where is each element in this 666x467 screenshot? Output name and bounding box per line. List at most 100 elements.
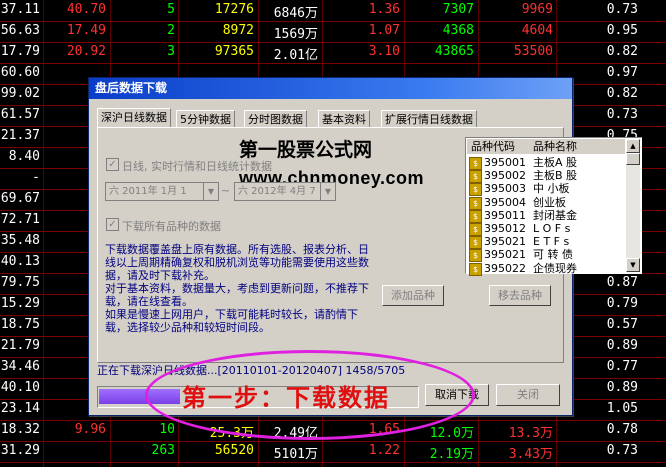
date-separator: ~ [221,184,231,197]
quote-cell: 13.3万 [508,426,553,441]
quote-cell: 5101万 [273,447,318,462]
quote-cell: 8.40 [8,149,40,164]
quote-cell: 0.57 [606,317,638,332]
quote-cell: 3.10 [368,44,400,59]
date-to-picker[interactable]: 六 2012年 4月 7 ▼ [234,182,336,201]
quote-cell: 2.19万 [429,447,474,462]
quote-row[interactable]: 31.29 263 56520 5101万 1.22 2.19万 3.43万 0.73 [0,441,666,463]
quote-cell: 3 [167,44,175,59]
tab-extended-daily[interactable]: 扩展行情日线数据 [381,110,477,128]
dialog-titlebar[interactable]: 盘后数据下载 [89,78,572,99]
all-symbols-label: 下载所有品种的数据 [122,220,221,233]
scroll-thumb[interactable] [626,153,640,165]
quote-cell: 0.73 [606,443,638,458]
quote-cell: 17.79 [0,44,40,59]
quote-cell: 60.60 [0,65,40,80]
quote-cell: 4604 [521,23,553,38]
quote-cell: 10 [159,422,175,437]
quote-cell: 56.63 [0,23,40,38]
quote-cell: 1.05 [606,401,638,416]
quote-cell: 37.11 [0,2,40,17]
description-para: 下载数据覆盖盘上原有数据。所有选股、报表分析、日线以上周期精确复权和脱机浏览等功… [105,243,369,282]
tab-basic-info[interactable]: 基本资料 [318,110,370,128]
symbol-name: 企债现券 [533,261,577,275]
scroll-down-icon[interactable]: ▼ [626,258,640,272]
column-header-code[interactable]: 品种代码 [471,139,515,154]
quote-cell: 21.79 [0,338,40,353]
quote-cell: 61.57 [0,107,40,122]
remove-symbol-button[interactable]: 移去品种 [489,285,551,306]
description-para: 对于基本资料，数据量大，考虑到更新问题，不推荐下载，请在线查看。 [105,282,369,308]
description-text: 下载数据覆盖盘上原有数据。所有选股、报表分析、日线以上周期精确复权和脱机浏览等功… [105,243,370,334]
quote-cell: 9969 [521,2,553,17]
symbol-list-scrollbar[interactable]: ▲ ▼ [626,139,640,272]
quote-cell: 9.96 [74,422,106,437]
symbol-list[interactable]: 品种代码 品种名称 $395001 主板A 股 $395002 主板B 股 $39500… [465,137,642,277]
symbol-code: 395022 [484,261,526,275]
all-symbols-checkbox[interactable]: ✓ [106,218,119,231]
date-to-value: 六 2012年 4月 7 [238,186,316,197]
add-symbol-button[interactable]: 添加品种 [382,285,444,306]
quote-cell: 43865 [434,44,474,59]
quote-cell: 4368 [442,23,474,38]
quote-cell: 18.32 [0,422,40,437]
quote-row[interactable]: 37.11 40.70 5 17276 6846万 1.36 7307 9969 0.73 [0,0,666,22]
quote-cell: 17.49 [66,23,106,38]
date-from-picker[interactable]: 六 2011年 1月 1 ▼ [105,182,219,201]
step-annotation: 第一步：下载数据 [182,383,390,412]
quote-row[interactable]: 17.79 20.92 3 97365 2.01亿 3.10 43865 53500 0.82 [0,42,666,64]
quote-cell: 12.0万 [429,426,474,441]
quote-cell: 0.78 [606,422,638,437]
quote-cell: 0.87 [606,275,638,290]
quote-cell: 40.70 [66,2,106,17]
quote-cell: 69.67 [0,191,40,206]
quote-cell: 6846万 [273,6,318,21]
quote-cell: 23.14 [0,401,40,416]
chevron-down-icon: ▼ [203,183,218,200]
quote-cell: 1569万 [273,27,318,42]
quote-cell: 40.10 [0,380,40,395]
quote-cell: 79.75 [0,275,40,290]
quote-cell: 31.29 [0,443,40,458]
quote-cell: 0.82 [606,44,638,59]
quote-cell: 99.02 [0,86,40,101]
quote-cell: 20.92 [66,44,106,59]
quote-cell: 15.29 [0,296,40,311]
quote-cell: 1.36 [368,2,400,17]
quote-cell: 34.46 [0,359,40,374]
quote-cell: 0.89 [606,380,638,395]
quote-cell: 0.77 [606,359,638,374]
dollar-icon: $ [469,262,482,276]
quote-cell: 8972 [222,23,254,38]
description-para: 如果是慢速上网用户，下载可能耗时较长，请酌情下载，选择较少品种和较短时间段。 [105,308,358,334]
symbol-list-item[interactable]: $395022 企债现券 [467,261,625,277]
quote-cell: 56520 [214,443,254,458]
tab-5min[interactable]: 5分钟数据 [176,110,235,128]
symbol-list-header: 品种代码 品种名称 [467,139,625,154]
quote-cell: 35.48 [0,233,40,248]
quote-cell: 97365 [214,44,254,59]
quote-cell: 263 [151,443,175,458]
daily-data-checkbox[interactable]: ✓ [106,158,119,171]
dialog-title: 盘后数据下载 [95,81,168,95]
quote-cell: 0.97 [606,65,638,80]
tab-intraday[interactable]: 分时图数据 [244,110,307,128]
quote-cell: - [32,170,40,185]
quote-cell: 72.71 [0,212,40,227]
quote-cell: 53500 [513,44,553,59]
date-from-value: 六 2011年 1月 1 [109,186,187,197]
quote-cell: 0.89 [606,338,638,353]
quote-cell: 0.73 [606,107,638,122]
quote-cell: 40.13 [0,254,40,269]
close-button[interactable]: 关闭 [496,384,560,406]
quote-cell: 17276 [214,2,254,17]
quote-cell: 0.82 [606,86,638,101]
column-header-name[interactable]: 品种名称 [533,139,577,154]
quote-cell: 21.37 [0,128,40,143]
tab-daily[interactable]: 深沪日线数据 [97,108,171,128]
quote-cell: 7307 [442,2,474,17]
quote-row[interactable]: 56.63 17.49 2 8972 1569万 1.07 4368 4604 0.95 [0,21,666,43]
scroll-up-icon[interactable]: ▲ [626,139,640,153]
quote-cell: 0.95 [606,23,638,38]
quote-cell: 2.01亿 [273,48,318,63]
